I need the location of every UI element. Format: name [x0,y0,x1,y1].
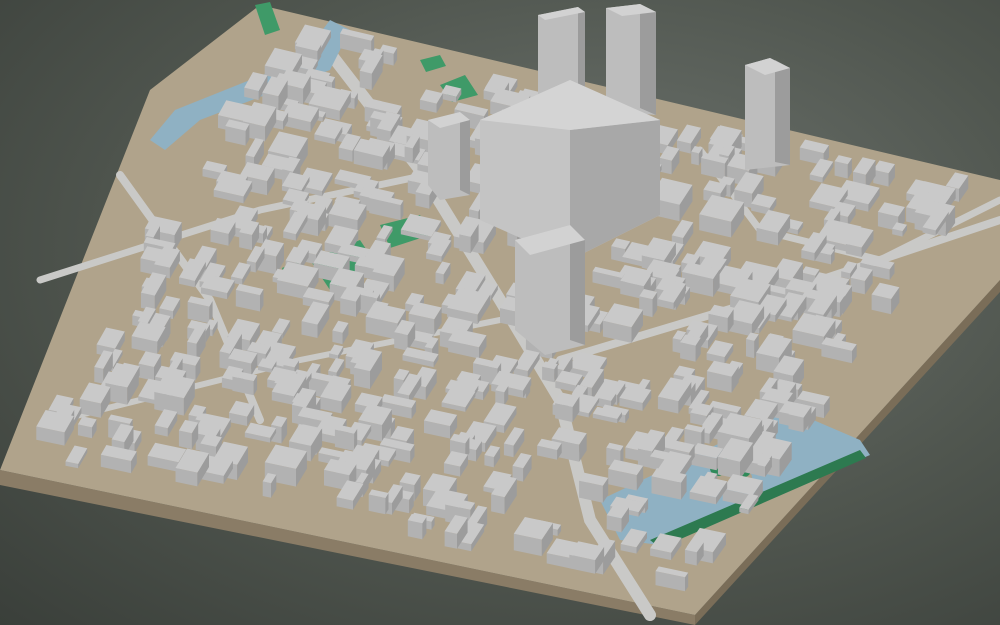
building [706,360,739,393]
building-face [684,549,697,566]
building-face [691,151,699,166]
building [187,296,213,324]
building-face [404,146,413,164]
building [368,489,389,515]
building [542,361,558,383]
building-face [459,234,471,254]
building [225,119,250,146]
building-face [178,430,192,450]
city-model-scene [0,2,1000,625]
building-face [332,330,343,345]
building [579,472,609,503]
building [340,290,361,317]
tower-3 [745,58,790,170]
tower-2 [606,4,656,115]
building [334,424,358,451]
building-face [239,232,252,251]
tower-6 [428,112,470,200]
building-face [484,455,494,468]
building-face [94,367,104,384]
building-face [491,494,505,515]
building-face [394,332,408,351]
building-face [353,367,370,389]
building-face [503,443,514,458]
tower-5 [515,225,585,355]
building-face [542,366,555,383]
building-face [672,338,681,354]
building-face [262,481,272,498]
building-face [444,531,457,549]
building [407,513,427,540]
building-face [746,339,755,359]
building [680,334,701,362]
building-face [407,520,423,540]
building [77,416,97,439]
building [834,155,852,179]
building-face [359,70,372,91]
building-face [435,272,444,285]
building-face [757,464,766,477]
